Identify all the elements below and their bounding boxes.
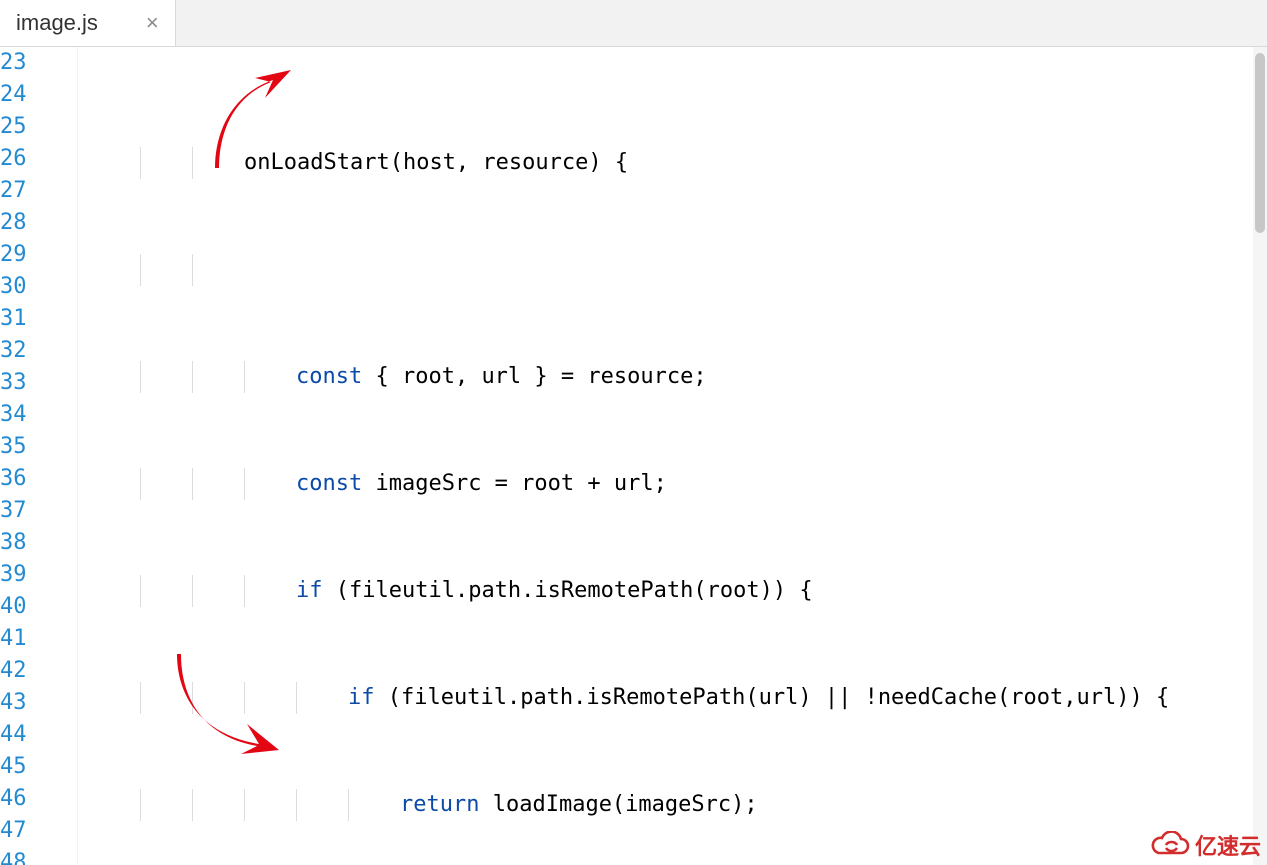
line-number: 38 bbox=[0, 527, 65, 559]
code-line[interactable]: const { root, url } = resource; bbox=[78, 361, 1259, 393]
cloud-icon bbox=[1149, 831, 1191, 859]
code-line[interactable]: const imageSrc = root + url; bbox=[78, 468, 1259, 500]
code-line[interactable]: onLoadStart(host, resource) { bbox=[78, 147, 1259, 179]
line-number: 32 bbox=[0, 335, 65, 367]
line-number: 45 bbox=[0, 751, 65, 783]
line-number-gutter: 2324252627282930313233343536373839404142… bbox=[0, 47, 78, 865]
line-number: 28 bbox=[0, 207, 65, 239]
line-number: 41 bbox=[0, 623, 65, 655]
line-number: 46 bbox=[0, 783, 65, 815]
line-number: 47 bbox=[0, 815, 65, 847]
line-number: 25 bbox=[0, 111, 65, 143]
tab-bar: image.js × bbox=[0, 0, 1267, 47]
line-number: 36 bbox=[0, 463, 65, 495]
line-number: 35 bbox=[0, 431, 65, 463]
line-number: 42 bbox=[0, 655, 65, 687]
line-number: 30 bbox=[0, 271, 65, 303]
code-line[interactable]: if (fileutil.path.isRemotePath(root)) { bbox=[78, 575, 1259, 607]
line-number: 48 bbox=[0, 847, 65, 865]
vertical-scrollbar[interactable] bbox=[1253, 47, 1267, 865]
line-number: 34 bbox=[0, 399, 65, 431]
code-line[interactable]: if (fileutil.path.isRemotePath(url) || !… bbox=[78, 682, 1259, 714]
line-number: 40 bbox=[0, 591, 65, 623]
tab-image-js[interactable]: image.js × bbox=[0, 0, 176, 46]
code-line[interactable]: return loadImage(imageSrc); bbox=[78, 789, 1259, 821]
line-number: 44 bbox=[0, 719, 65, 751]
line-number: 37 bbox=[0, 495, 65, 527]
annotation-arrow-icon bbox=[116, 43, 295, 209]
line-number: 23 bbox=[0, 47, 65, 79]
line-number: 27 bbox=[0, 175, 65, 207]
close-icon[interactable]: × bbox=[146, 12, 159, 34]
tab-label: image.js bbox=[16, 10, 98, 36]
line-number: 33 bbox=[0, 367, 65, 399]
line-number: 43 bbox=[0, 687, 65, 719]
scrollbar-thumb[interactable] bbox=[1255, 53, 1265, 233]
code-editor[interactable]: 2324252627282930313233343536373839404142… bbox=[0, 47, 1267, 865]
line-number: 24 bbox=[0, 79, 65, 111]
code-line[interactable] bbox=[78, 254, 1259, 286]
line-number: 31 bbox=[0, 303, 65, 335]
line-number: 29 bbox=[0, 239, 65, 271]
line-number: 26 bbox=[0, 143, 65, 175]
code-area[interactable]: onLoadStart(host, resource) { const { ro… bbox=[78, 47, 1259, 865]
watermark-text: 亿速云 bbox=[1195, 829, 1261, 861]
watermark: 亿速云 bbox=[1149, 829, 1261, 861]
line-number: 39 bbox=[0, 559, 65, 591]
